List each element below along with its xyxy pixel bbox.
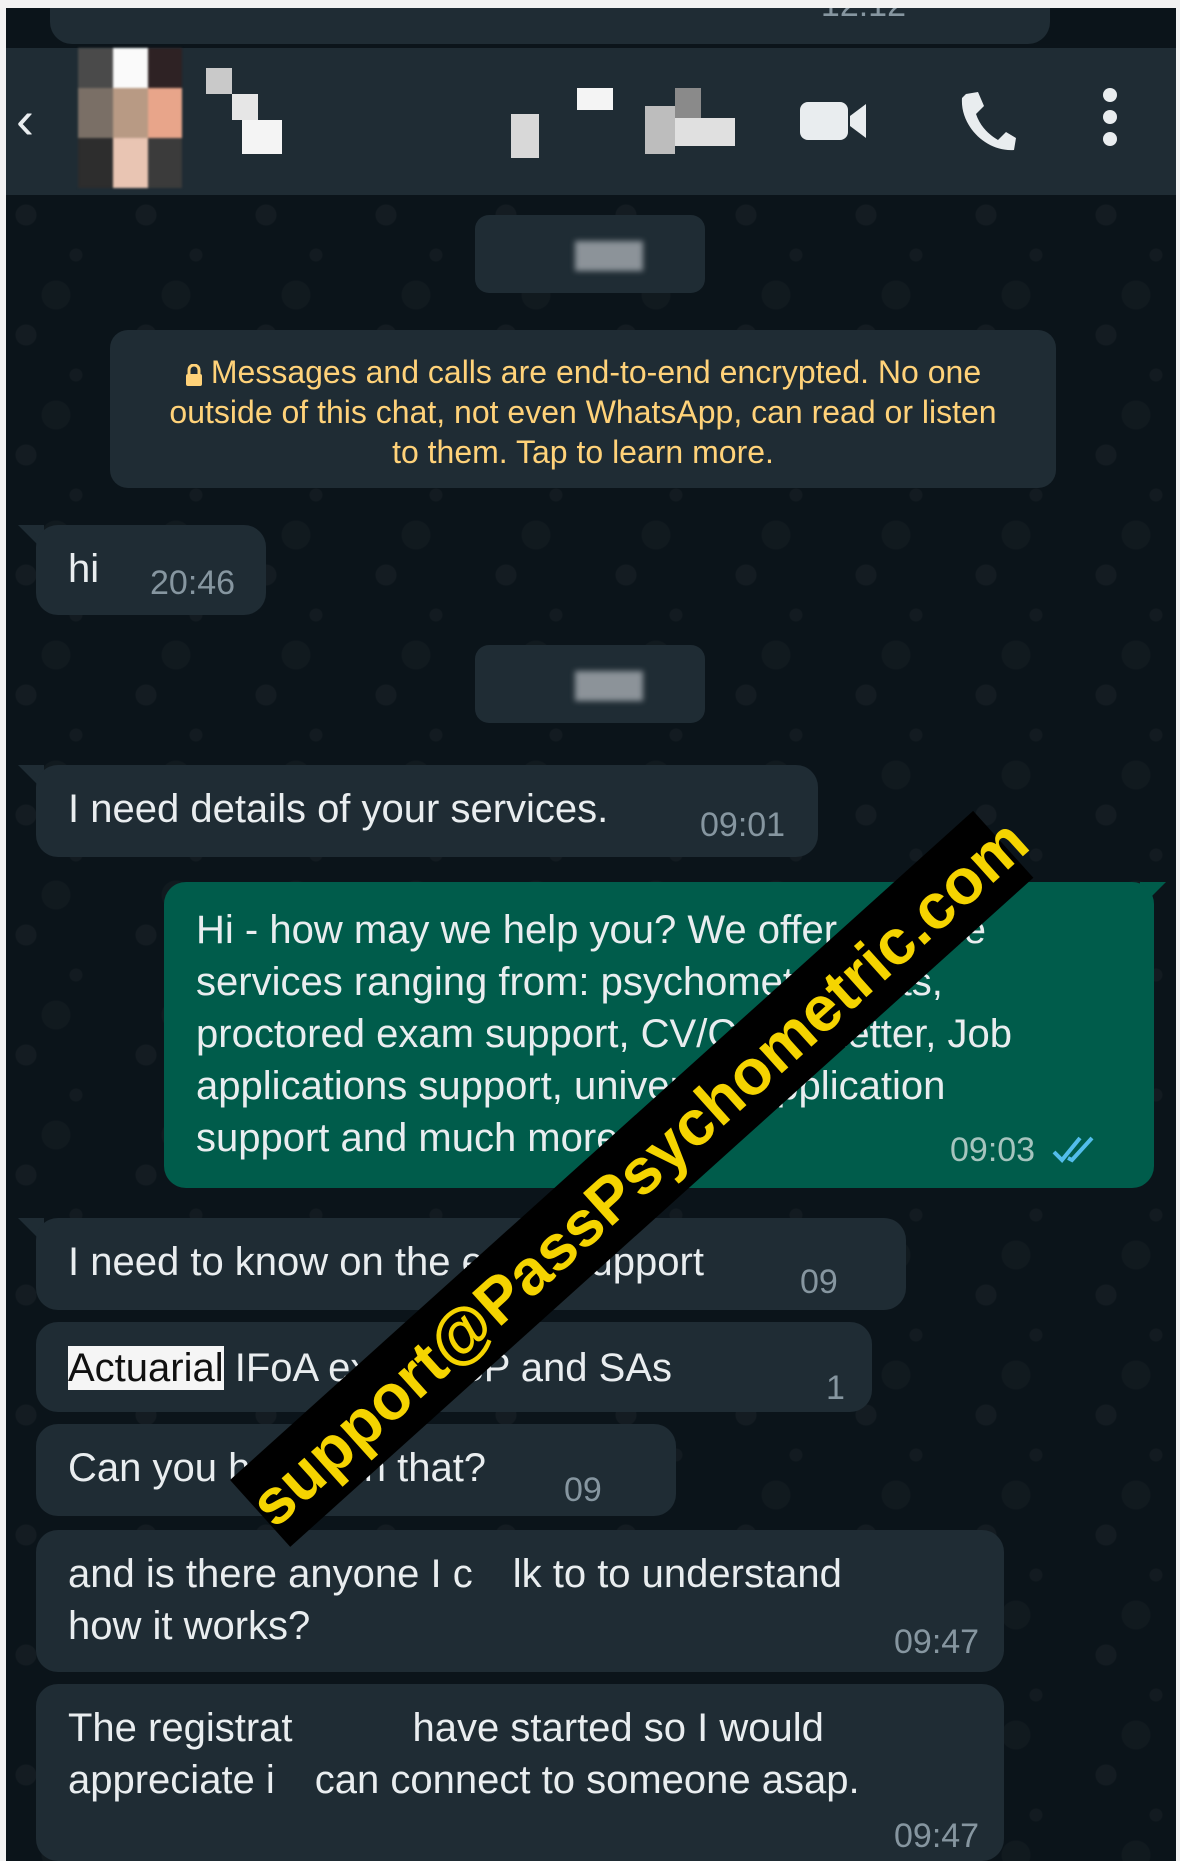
message-bubble-incoming[interactable]: and is there anyone I c lk to to understa… [36,1530,1004,1672]
message-text-line: applications support, university applica… [196,1064,946,1108]
message-bubble-incoming[interactable]: I need details of your services. 09:01 [36,765,818,857]
message-time: 09 [564,1471,602,1509]
message-text-line: and is there anyone I c [68,1552,473,1596]
message-bubble-incoming[interactable]: The registrat have started so I would app… [36,1684,1004,1861]
phone-icon[interactable] [956,88,1016,154]
message-time: 09:47 [894,1817,980,1855]
encryption-notice[interactable]: Messages and calls are end-to-end encryp… [110,330,1056,488]
avatar[interactable] [78,48,182,188]
message-text-line: have started so I would [412,1706,824,1750]
lock-icon [185,364,202,386]
contact-name-redacted[interactable] [206,68,286,168]
more-vertical-icon[interactable] [1098,88,1122,154]
contact-status-redacted [511,68,761,168]
chat-screen: 12:12 ‹ Messages and calls are end-to-en… [0,0,1180,1861]
message-time: 09:47 [894,1623,980,1661]
highlighted-text: Actuarial [68,1346,224,1390]
message-text-line: proctored exam support, CV/Cover Letter,… [196,1012,1012,1056]
message-time: 09 [800,1263,838,1301]
encryption-notice-line2: outside of this chat, not even WhatsApp,… [169,394,997,430]
message-text-line: The registrat [68,1706,293,1750]
encryption-notice-line3: to them. Tap to learn more. [392,434,774,470]
message-time: 20:46 [150,564,236,602]
message-text-line: can connect to someone asap. [314,1758,860,1802]
screen-edge [0,0,1180,8]
date-separator-redacted [475,645,705,723]
screen-edge [0,0,6,1861]
message-bubble-incoming[interactable]: hi 20:46 [36,525,266,615]
message-text: I need details of your services. [68,787,609,831]
message-text-line: lk to to understand [512,1552,842,1596]
encryption-notice-line1: Messages and calls are end-to-end encryp… [210,354,982,390]
video-call-icon[interactable] [800,98,870,144]
screen-edge [1176,0,1180,1861]
message-time: 09:03 [950,1131,1036,1169]
message-text: hi [68,547,100,591]
message-time: 09:01 [700,806,786,844]
read-receipt-icon [1052,1136,1094,1163]
date-separator-redacted [475,215,705,293]
message-text-line: appreciate i [68,1758,275,1802]
chat-header: ‹ [6,48,1176,195]
message-time: 1 [826,1369,845,1407]
message-text-line: how it works? [68,1604,311,1648]
arrow-left-icon[interactable]: ‹ [16,90,56,150]
